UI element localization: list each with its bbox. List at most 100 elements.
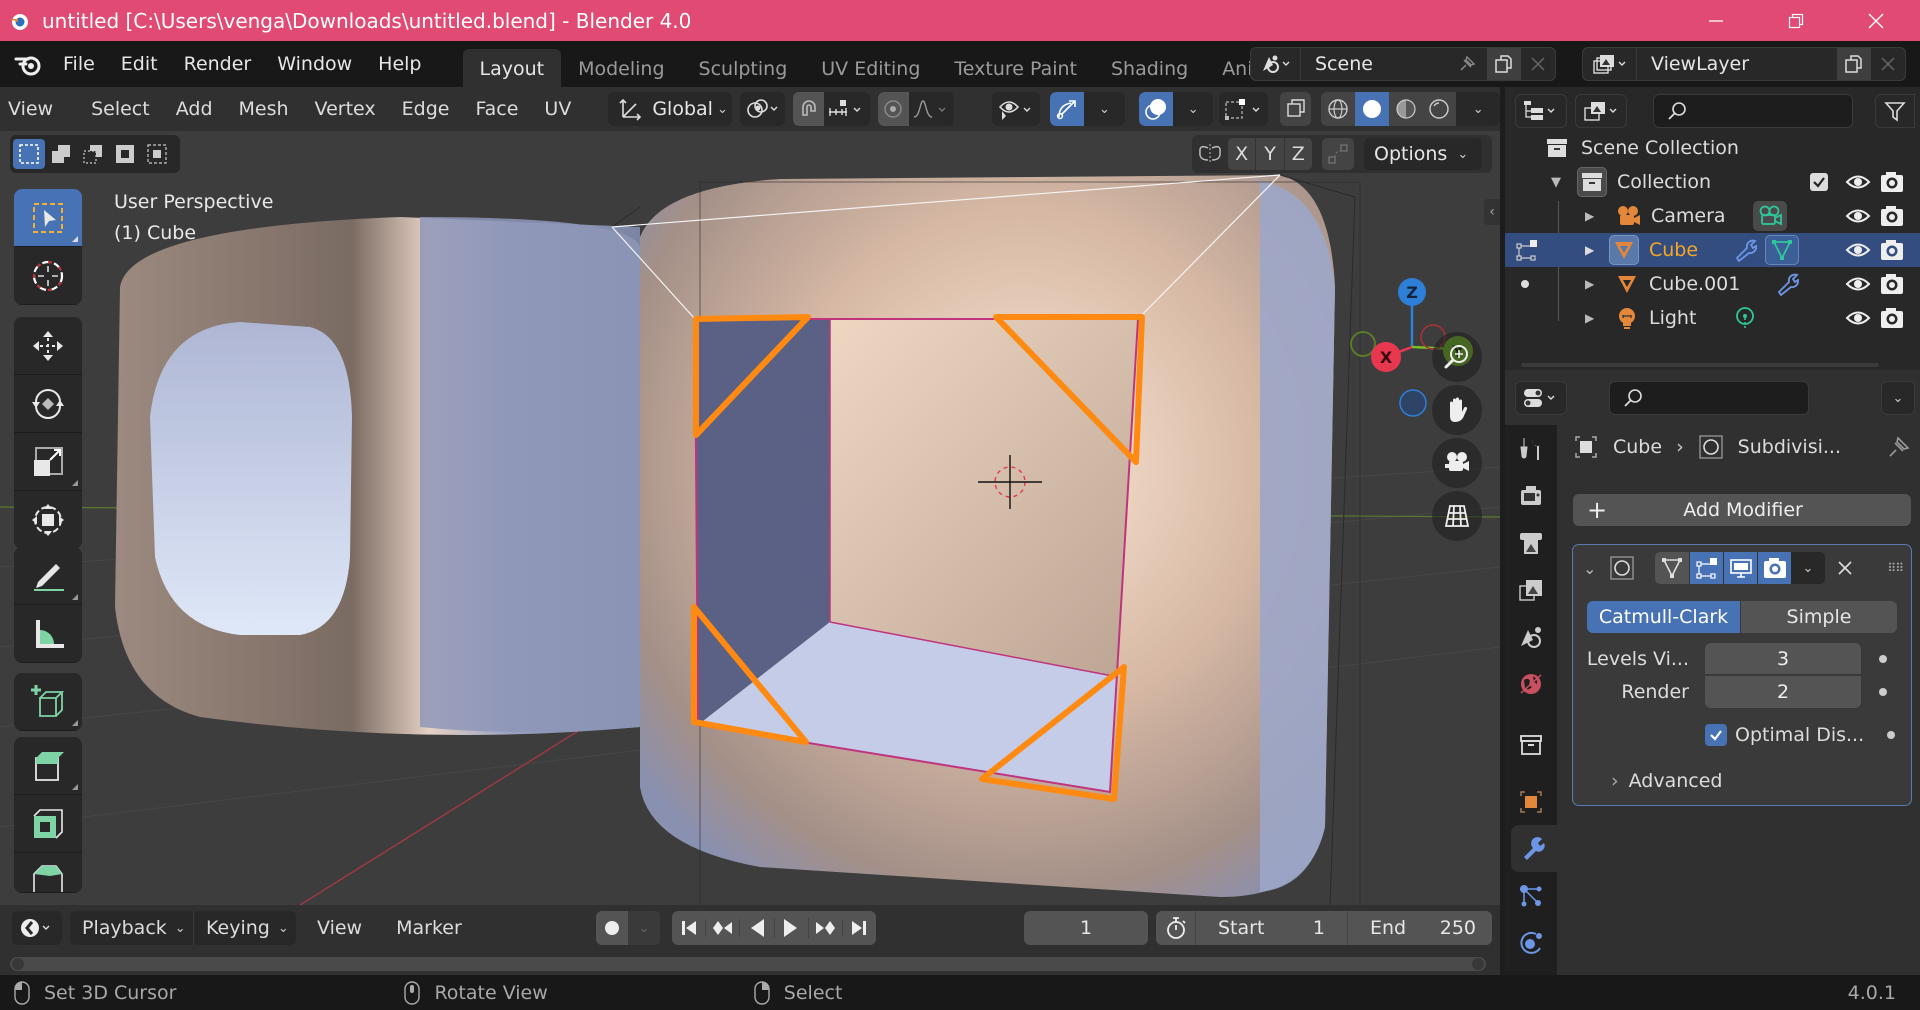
levels-viewport-field[interactable]: 3 bbox=[1705, 643, 1861, 675]
modifier-wrench-icon[interactable] bbox=[1775, 272, 1801, 296]
outliner-row-cube-001[interactable]: ▶ Cube.001 bbox=[1505, 267, 1920, 301]
edit-mode-toggle[interactable] bbox=[1689, 552, 1723, 584]
camera-view-button[interactable] bbox=[1432, 438, 1482, 488]
jump-prev-keyframe-button[interactable] bbox=[706, 919, 741, 937]
light-data-icon[interactable] bbox=[1733, 306, 1757, 330]
shading-solid[interactable] bbox=[1355, 92, 1389, 126]
select-mode-subtract[interactable] bbox=[77, 143, 109, 165]
auto-keying-toggle[interactable] bbox=[596, 920, 628, 936]
on-cage-toggle[interactable] bbox=[1655, 552, 1689, 584]
proportional-edit-toggle[interactable] bbox=[877, 92, 909, 126]
levels-render-field[interactable]: 2 bbox=[1705, 676, 1861, 708]
menu-window[interactable]: Window bbox=[264, 48, 365, 80]
animate-property-dot[interactable] bbox=[1887, 731, 1895, 739]
mirror-x-toggle[interactable]: X bbox=[1228, 138, 1257, 170]
visibility-eye-icon[interactable] bbox=[1845, 274, 1871, 294]
remove-modifier-button[interactable] bbox=[1837, 560, 1853, 576]
expand-arrow-icon[interactable]: ▶ bbox=[1585, 277, 1601, 291]
tab-view-layer[interactable] bbox=[1505, 566, 1557, 613]
mirror-z-toggle[interactable]: Z bbox=[1285, 138, 1312, 170]
delete-scene-button[interactable] bbox=[1521, 57, 1555, 71]
pin-icon[interactable] bbox=[1887, 435, 1911, 459]
visibility-eye-icon[interactable] bbox=[1845, 172, 1871, 192]
outliner-search-input[interactable] bbox=[1653, 94, 1853, 128]
play-button[interactable] bbox=[775, 918, 809, 938]
tab-shading[interactable]: Shading bbox=[1094, 49, 1205, 87]
optimal-display-checkbox[interactable] bbox=[1705, 724, 1727, 746]
scrollbar-start-handle[interactable] bbox=[12, 958, 24, 970]
render-camera-icon[interactable] bbox=[1880, 307, 1904, 329]
pin-scene-icon[interactable] bbox=[1447, 54, 1487, 74]
new-view-layer-button[interactable] bbox=[1837, 48, 1871, 80]
animate-property-dot[interactable] bbox=[1879, 688, 1887, 696]
jump-next-keyframe-button[interactable] bbox=[809, 919, 843, 937]
scene-browse-button[interactable] bbox=[1251, 48, 1301, 80]
pan-view-button[interactable] bbox=[1432, 385, 1482, 435]
tool-select-box[interactable] bbox=[14, 189, 82, 247]
properties-search-input[interactable] bbox=[1609, 381, 1809, 415]
camera-data-icon[interactable] bbox=[1753, 201, 1787, 231]
mirror-y-toggle[interactable]: Y bbox=[1256, 138, 1285, 170]
tab-layout[interactable]: Layout bbox=[462, 49, 562, 87]
object-visibility-dropdown[interactable] bbox=[992, 92, 1040, 126]
end-frame-field[interactable]: End 250 bbox=[1348, 917, 1492, 939]
visibility-eye-icon[interactable] bbox=[1845, 206, 1871, 226]
tab-render[interactable] bbox=[1505, 472, 1557, 519]
menu-file[interactable]: File bbox=[50, 48, 108, 80]
tab-object[interactable] bbox=[1505, 778, 1557, 825]
outliner-row-collection[interactable]: ▼ Collection bbox=[1505, 165, 1920, 199]
gizmo-dropdown[interactable]: ⌄ bbox=[1084, 102, 1124, 117]
simple-option[interactable]: Simple bbox=[1740, 601, 1897, 633]
outliner-row-camera[interactable]: ▶ Camera bbox=[1505, 199, 1920, 233]
xray-toggle[interactable] bbox=[1280, 92, 1312, 126]
realtime-toggle[interactable] bbox=[1723, 552, 1757, 584]
gizmo-toggle[interactable] bbox=[1049, 92, 1085, 126]
play-reverse-button[interactable] bbox=[740, 918, 775, 938]
overlays-dropdown[interactable]: ⌄ bbox=[1173, 102, 1213, 117]
transform-orientation-dropdown[interactable]: Global ⌄ bbox=[608, 92, 732, 126]
tool-transform[interactable] bbox=[14, 491, 82, 549]
tool-add-cube[interactable] bbox=[14, 673, 82, 731]
overlays-toggle[interactable] bbox=[1138, 92, 1174, 126]
properties-options-dropdown[interactable]: ⌄ bbox=[1881, 381, 1915, 415]
catmull-clark-option[interactable]: Catmull-Clark bbox=[1587, 601, 1740, 633]
collapse-chevron-icon[interactable]: ⌄ bbox=[1583, 559, 1605, 578]
menu-keying[interactable]: Keying ⌄ bbox=[194, 917, 293, 939]
restore-button[interactable] bbox=[1756, 0, 1836, 41]
auto-merge-toggle[interactable] bbox=[1322, 138, 1354, 170]
current-frame-field[interactable]: 1 bbox=[1024, 911, 1148, 945]
snap-toggle[interactable] bbox=[793, 92, 825, 126]
tab-texture-paint[interactable]: Texture Paint bbox=[937, 49, 1094, 87]
view-layer-browse-button[interactable] bbox=[1583, 48, 1637, 80]
tab-uv-editing[interactable]: UV Editing bbox=[804, 49, 937, 87]
jump-to-start-button[interactable] bbox=[672, 919, 707, 937]
blender-menu-icon[interactable] bbox=[14, 52, 42, 76]
menu-mesh[interactable]: Mesh bbox=[226, 98, 302, 120]
menu-select[interactable]: Select bbox=[78, 98, 163, 120]
tab-collection[interactable] bbox=[1505, 721, 1557, 768]
visibility-eye-icon[interactable] bbox=[1845, 240, 1871, 260]
tool-inset-faces[interactable] bbox=[14, 795, 82, 853]
edit-mode-dot-icon[interactable] bbox=[1521, 280, 1529, 288]
sidebar-toggle[interactable]: ‹ bbox=[1484, 199, 1500, 225]
select-mode-invert[interactable] bbox=[109, 143, 141, 165]
visibility-eye-icon[interactable] bbox=[1845, 308, 1871, 328]
menu-marker[interactable]: Marker bbox=[383, 917, 475, 939]
menu-render[interactable]: Render bbox=[171, 48, 265, 80]
shading-rendered[interactable] bbox=[1423, 98, 1457, 120]
pivot-point-dropdown[interactable] bbox=[739, 92, 786, 126]
display-mode-dropdown[interactable] bbox=[1575, 94, 1627, 128]
proportional-falloff-dropdown[interactable] bbox=[909, 98, 955, 120]
close-window-button[interactable] bbox=[1836, 0, 1916, 41]
start-frame-field[interactable]: Start 1 bbox=[1196, 911, 1348, 945]
render-toggle[interactable] bbox=[1757, 552, 1791, 584]
expand-arrow-icon[interactable]: ▶ bbox=[1585, 311, 1601, 325]
render-camera-icon[interactable] bbox=[1880, 239, 1904, 261]
menu-view[interactable]: View bbox=[0, 98, 66, 120]
delete-view-layer-button[interactable] bbox=[1871, 57, 1905, 71]
select-mode-new[interactable] bbox=[13, 139, 45, 169]
tab-animation[interactable]: Ani bbox=[1205, 49, 1256, 87]
menu-playback[interactable]: Playback ⌄ bbox=[70, 911, 194, 945]
drag-handle-icon[interactable]: ⠿⠿ bbox=[1887, 561, 1904, 575]
properties-editor-type-dropdown[interactable] bbox=[1515, 381, 1567, 415]
